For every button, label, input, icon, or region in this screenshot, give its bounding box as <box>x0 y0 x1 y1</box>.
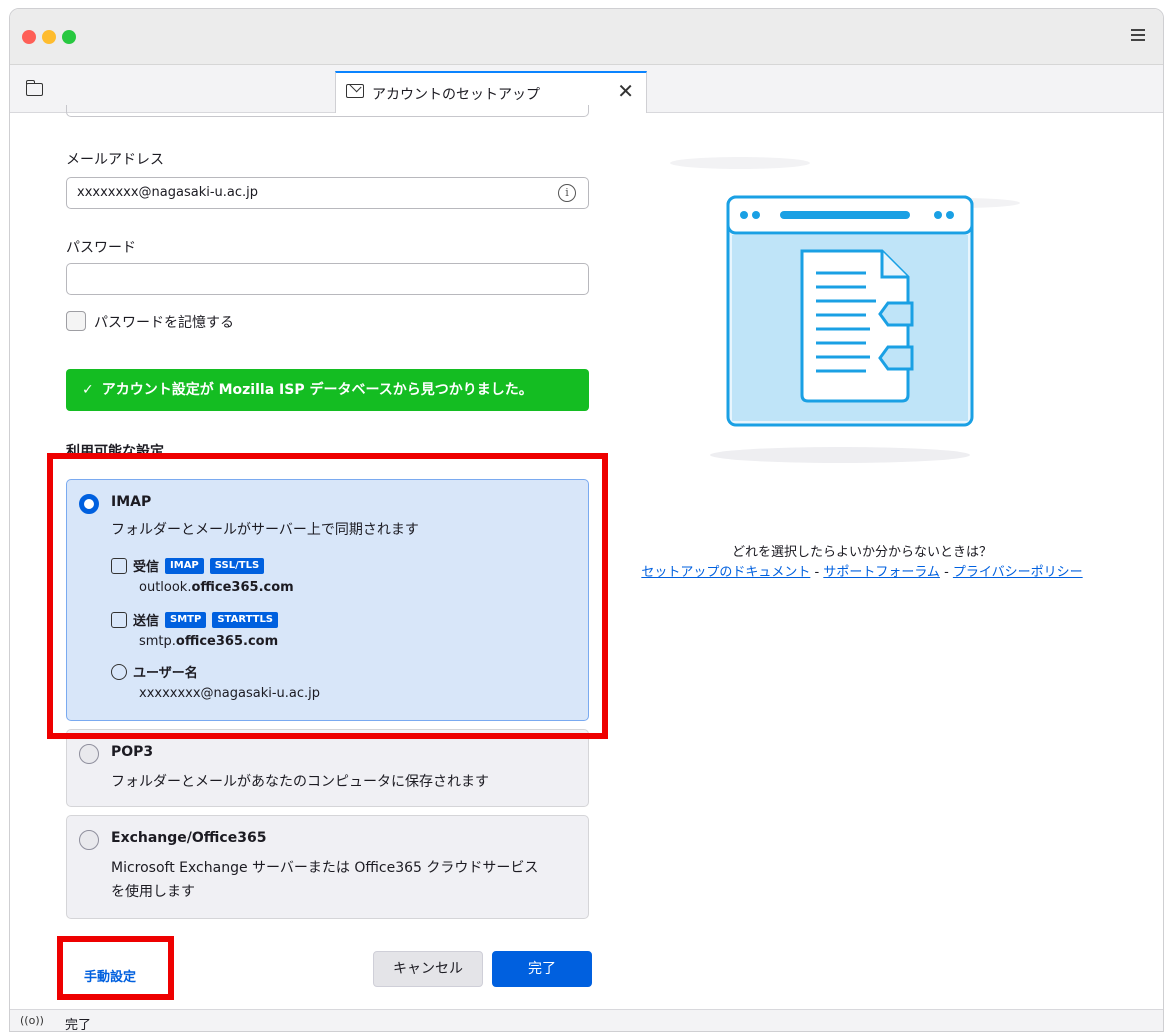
status-bar: ((o)) 完了 <box>10 1009 1163 1032</box>
support-forum-link[interactable]: サポートフォーラム <box>823 565 940 580</box>
minimize-window-button[interactable] <box>42 30 56 44</box>
manual-config-button[interactable]: 手動設定 <box>84 966 136 985</box>
activity-icon[interactable]: ((o)) <box>20 1014 44 1027</box>
status-text: 完了 <box>65 1018 92 1032</box>
mail-setup-icon <box>346 84 364 98</box>
account-setup-content: メールアドレス xxxxxxxx@nagasaki-u.ac.jp i パスワー… <box>10 105 1163 1009</box>
cloud-decoration <box>670 157 810 169</box>
exchange-radio[interactable] <box>79 830 99 850</box>
remember-password-label: パスワードを記憶する <box>94 315 234 331</box>
tab-label: アカウントのセットアップ <box>372 87 540 103</box>
shadow <box>710 447 970 463</box>
password-field[interactable] <box>66 263 589 295</box>
email-field[interactable]: xxxxxxxx@nagasaki-u.ac.jp i <box>66 177 589 209</box>
email-label: メールアドレス <box>66 152 164 168</box>
title-bar <box>10 9 1163 65</box>
pop3-radio[interactable] <box>79 744 99 764</box>
cancel-button[interactable]: キャンセル <box>373 951 483 987</box>
info-icon[interactable]: i <box>558 184 576 202</box>
checkmark-icon: ✓ <box>82 382 94 398</box>
tab-close-icon[interactable]: ✕ <box>617 81 634 101</box>
isp-found-notice: ✓ アカウント設定が Mozilla ISP データベースから見つかりました。 <box>66 369 589 411</box>
notice-text: アカウント設定が Mozilla ISP データベースから見つかりました。 <box>101 382 533 398</box>
hamburger-menu-icon[interactable] <box>1131 29 1145 41</box>
option-pop3[interactable]: POP3 フォルダーとメールがあなたのコンピュータに保存されます <box>66 729 589 807</box>
setup-docs-link[interactable]: セットアップのドキュメント <box>641 565 810 580</box>
email-value: xxxxxxxx@nagasaki-u.ac.jp <box>77 185 259 200</box>
option-exchange[interactable]: Exchange/Office365 Microsoft Exchange サー… <box>66 815 589 919</box>
name-field-partial[interactable] <box>66 105 589 117</box>
pop3-desc: フォルダーとメールがあなたのコンピュータに保存されます <box>111 774 489 790</box>
help-links: セットアップのドキュメント - サポートフォーラム - プライバシーポリシー <box>641 565 1083 580</box>
document-illustration <box>670 157 1020 463</box>
app-window: アカウントのセットアップ ✕ メールアドレス xxxxxxxx@nagasaki… <box>9 8 1164 1032</box>
help-question: どれを選択したらよいか分からないときは？ <box>731 545 992 560</box>
done-button[interactable]: 完了 <box>492 951 592 987</box>
zoom-window-button[interactable] <box>62 30 76 44</box>
exchange-title: Exchange/Office365 <box>111 830 267 846</box>
close-window-button[interactable] <box>22 30 36 44</box>
remember-password-checkbox[interactable] <box>66 311 86 331</box>
exchange-desc: Microsoft Exchange サーバーまたは Office365 クラウ… <box>111 860 539 900</box>
folder-icon[interactable] <box>25 80 43 96</box>
password-label: パスワード <box>66 240 136 256</box>
privacy-policy-link[interactable]: プライバシーポリシー <box>953 565 1083 580</box>
highlight-imap-box <box>47 453 608 739</box>
pop3-title: POP3 <box>111 744 154 760</box>
